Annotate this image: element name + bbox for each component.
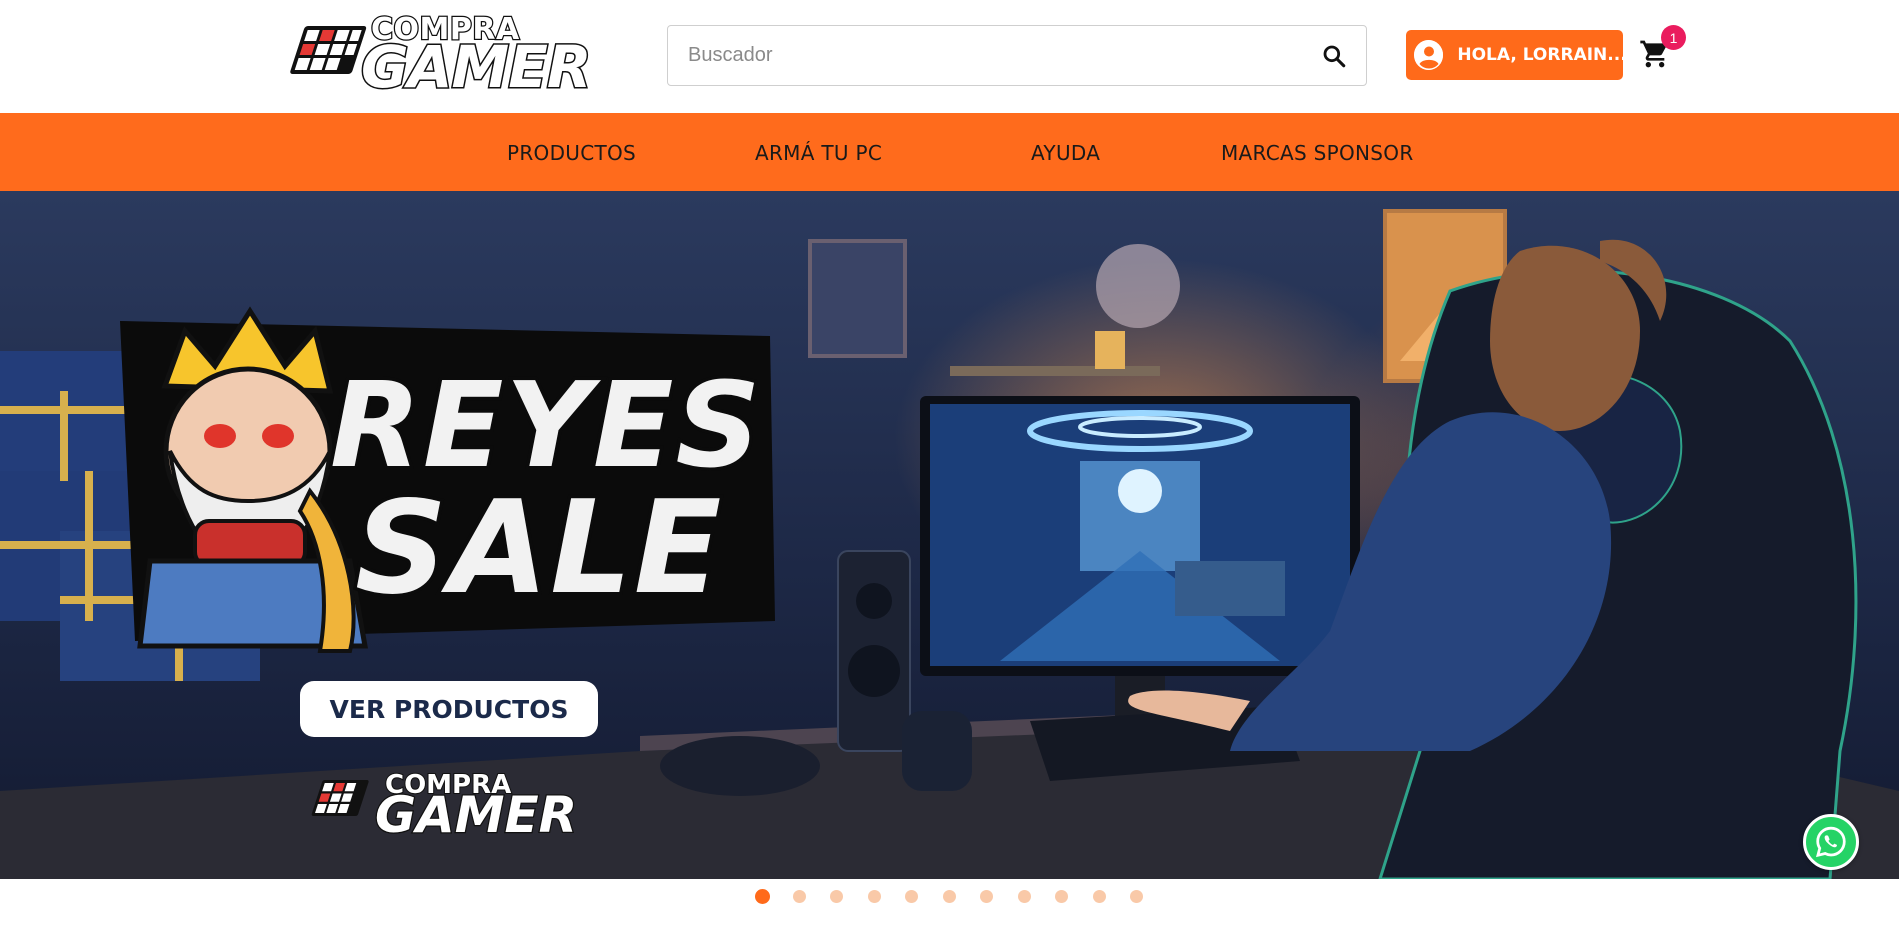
- cart-count-badge: 1: [1661, 25, 1686, 50]
- hero-scene-illustration: [0, 209, 1899, 879]
- user-greeting-label: HOLA, LORRAIN...: [1457, 45, 1623, 65]
- carousel-dot[interactable]: [905, 890, 918, 903]
- logo-text-main: GAMER: [360, 32, 593, 103]
- site-logo[interactable]: COMPRA GAMER: [283, 8, 593, 103]
- logo-grid-icon: [290, 26, 367, 74]
- nav-item-productos[interactable]: PRODUCTOS: [507, 141, 636, 165]
- user-account-button[interactable]: HOLA, LORRAIN...: [1406, 30, 1623, 80]
- carousel-dot[interactable]: [980, 890, 993, 903]
- hero-logo-grid-icon: [311, 780, 369, 816]
- ver-productos-button[interactable]: VER PRODUCTOS: [300, 681, 598, 737]
- user-icon: [1414, 40, 1444, 70]
- site-header: COMPRA GAMER HOLA, LORRAIN... 1: [0, 0, 1899, 113]
- hero-logo-text-main: GAMER: [374, 785, 579, 846]
- nav-item-arma-tu-pc[interactable]: ARMÁ TU PC: [755, 141, 882, 165]
- carousel-dot[interactable]: [830, 890, 843, 903]
- whatsapp-button[interactable]: [1803, 814, 1859, 870]
- carousel-dot[interactable]: [1055, 890, 1068, 903]
- carousel-dot[interactable]: [868, 890, 881, 903]
- nav-item-ayuda[interactable]: AYUDA: [1031, 141, 1100, 165]
- carousel-dot[interactable]: [1130, 890, 1143, 903]
- carousel-pagination: [0, 889, 1899, 904]
- carousel-dot[interactable]: [1018, 890, 1031, 903]
- search-input[interactable]: [668, 26, 1302, 85]
- search-bar: [667, 25, 1367, 86]
- carousel-dot[interactable]: [793, 890, 806, 903]
- hero-banner[interactable]: REYES SALE VER PRODUCTOS COMPRA GAMER: [0, 191, 1899, 879]
- search-icon: [1323, 45, 1346, 67]
- carousel-dot[interactable]: [1093, 890, 1106, 903]
- carousel-dot[interactable]: [943, 890, 956, 903]
- carousel-dot[interactable]: [755, 889, 770, 904]
- whatsapp-icon: [1816, 826, 1846, 858]
- nav-item-marcas-sponsor[interactable]: MARCAS SPONSOR: [1221, 141, 1414, 165]
- search-button[interactable]: [1302, 26, 1366, 85]
- hero-title-line2: SALE: [351, 471, 724, 627]
- main-nav: PRODUCTOS ARMÁ TU PC AYUDA MARCAS SPONSO…: [0, 113, 1899, 191]
